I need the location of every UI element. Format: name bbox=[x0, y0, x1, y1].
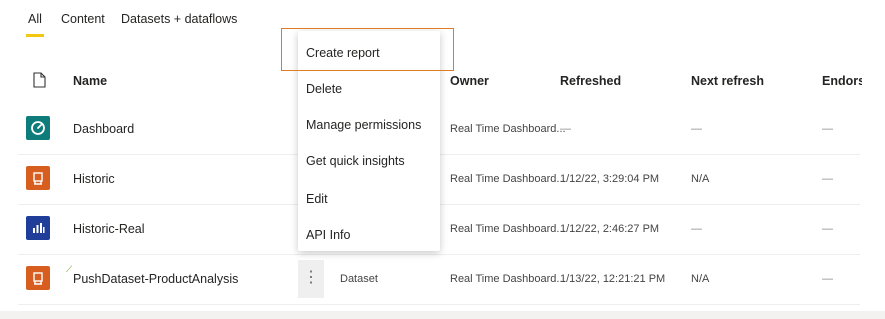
item-owner: Real Time Dashboard... bbox=[450, 123, 566, 135]
item-next-refresh: — bbox=[691, 123, 702, 135]
column-header-endorsement[interactable]: Endorse bbox=[822, 74, 862, 88]
tab-datasets-dataflows[interactable]: Datasets + dataflows bbox=[121, 12, 237, 26]
item-name[interactable]: Historic bbox=[73, 154, 115, 204]
table-row[interactable]: ⟋ PushDataset-ProductAnalysis ⋮ Dataset … bbox=[18, 254, 860, 305]
item-owner: Real Time Dashboard... bbox=[450, 223, 566, 235]
menu-item-manage-permissions[interactable]: Manage permissions bbox=[298, 107, 440, 143]
menu-item-delete[interactable]: Delete bbox=[298, 71, 440, 107]
bottom-divider bbox=[0, 311, 885, 319]
item-endorsement: — bbox=[822, 173, 833, 185]
column-header-owner[interactable]: Owner bbox=[450, 74, 489, 88]
report-icon bbox=[26, 216, 50, 240]
file-icon bbox=[33, 72, 46, 91]
item-endorsement: — bbox=[822, 123, 833, 135]
more-options-button[interactable]: ⋮ bbox=[298, 260, 324, 298]
column-header-refreshed[interactable]: Refreshed bbox=[560, 74, 621, 88]
item-next-refresh: — bbox=[691, 223, 702, 235]
item-next-refresh: N/A bbox=[691, 273, 710, 285]
dataset-icon bbox=[26, 166, 50, 190]
new-item-sparkle-icon: ⟋ bbox=[66, 264, 73, 274]
menu-item-api-info[interactable]: API Info bbox=[298, 217, 440, 253]
item-endorsement: — bbox=[822, 273, 833, 285]
dataset-icon bbox=[26, 266, 50, 290]
item-refreshed: — bbox=[560, 123, 571, 135]
item-endorsement: — bbox=[822, 223, 833, 235]
menu-item-get-quick-insights[interactable]: Get quick insights bbox=[298, 143, 440, 179]
item-refreshed: 1/12/22, 3:29:04 PM bbox=[560, 173, 660, 185]
item-name[interactable]: Historic-Real bbox=[73, 204, 145, 254]
item-name[interactable]: Dashboard bbox=[73, 104, 134, 154]
tab-all[interactable]: All bbox=[26, 12, 44, 37]
column-header-name[interactable]: Name bbox=[73, 74, 107, 88]
menu-item-create-report[interactable]: Create report bbox=[298, 35, 440, 71]
item-type: Dataset bbox=[340, 273, 378, 285]
item-owner: Real Time Dashboard... bbox=[450, 273, 566, 285]
menu-item-edit[interactable]: Edit bbox=[298, 181, 440, 217]
item-owner: Real Time Dashboard... bbox=[450, 173, 566, 185]
item-refreshed: 1/13/22, 12:21:21 PM bbox=[560, 273, 666, 285]
item-next-refresh: N/A bbox=[691, 173, 710, 185]
context-menu: Create report Delete Manage permissions … bbox=[298, 31, 440, 251]
dashboard-icon bbox=[26, 116, 50, 140]
item-refreshed: 1/12/22, 2:46:27 PM bbox=[560, 223, 660, 235]
column-header-next-refresh[interactable]: Next refresh bbox=[691, 74, 764, 88]
item-name[interactable]: PushDataset-ProductAnalysis bbox=[73, 254, 238, 304]
tab-content[interactable]: Content bbox=[61, 12, 105, 26]
